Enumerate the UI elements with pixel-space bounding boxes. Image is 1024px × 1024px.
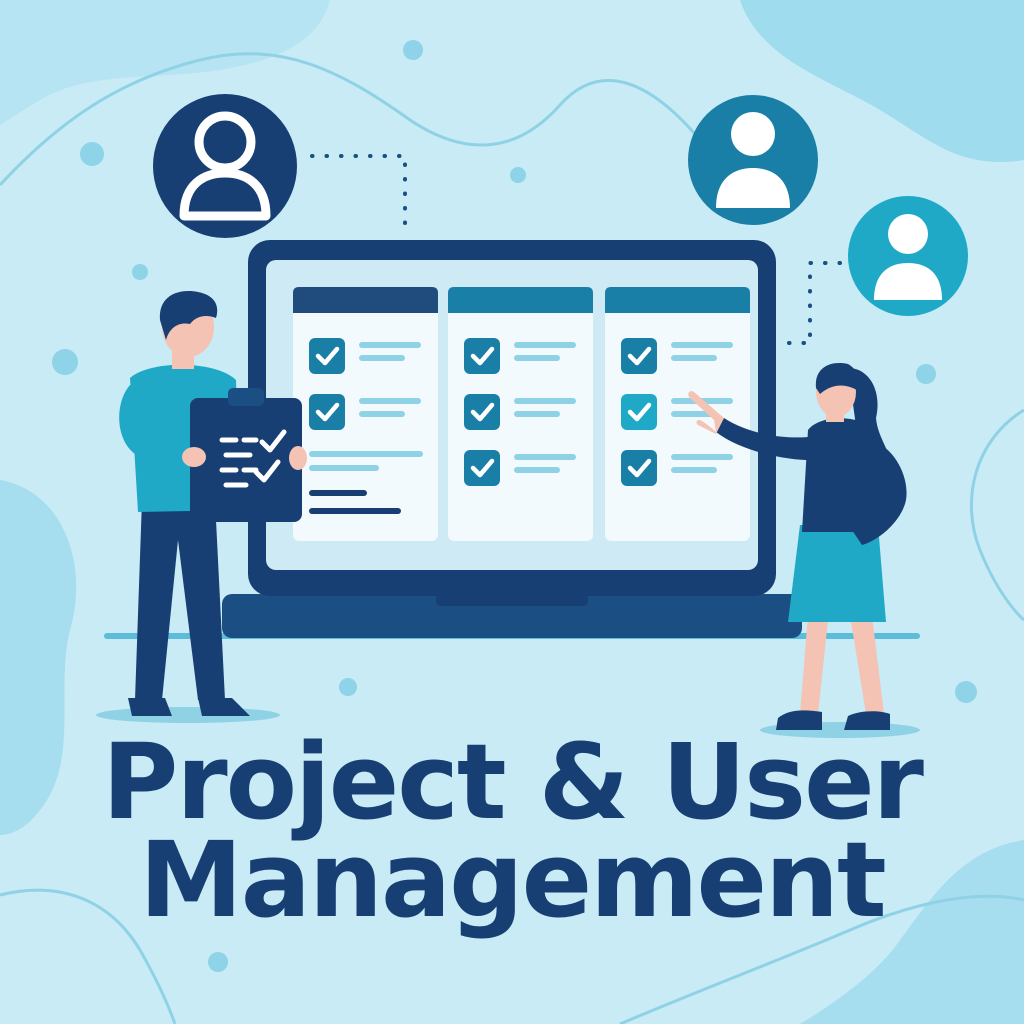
title-line-2: Management — [139, 819, 887, 941]
task-line — [359, 398, 421, 404]
task-board — [293, 287, 750, 541]
task-line — [514, 355, 560, 361]
checkbox-checked-icon — [621, 394, 657, 430]
column-header — [293, 287, 438, 313]
task-line — [359, 355, 405, 361]
task-line — [309, 508, 401, 514]
user-avatar-icon — [848, 196, 968, 316]
board-column — [448, 287, 593, 541]
task-line — [671, 454, 733, 460]
task-line — [671, 355, 717, 361]
checkbox-checked-icon — [464, 450, 500, 486]
task-line — [514, 411, 560, 417]
task-line — [514, 398, 576, 404]
task-line — [359, 342, 421, 348]
task-line — [309, 465, 379, 471]
task-line — [309, 490, 367, 496]
task-line — [671, 342, 733, 348]
checkbox-checked-icon — [464, 394, 500, 430]
task-line — [514, 342, 576, 348]
clipboard-icon — [182, 388, 307, 522]
column-header — [605, 287, 750, 313]
column-header — [448, 287, 593, 313]
checkbox-checked-icon — [309, 394, 345, 430]
user-avatar-icon — [153, 94, 297, 238]
checkbox-checked-icon — [309, 338, 345, 374]
task-line — [309, 451, 423, 457]
user-avatar-icon — [688, 95, 818, 225]
task-line — [514, 454, 576, 460]
checkbox-checked-icon — [621, 450, 657, 486]
task-line — [514, 467, 560, 473]
checkbox-checked-icon — [464, 338, 500, 374]
illustration-scene: Project & User Management — [0, 0, 1024, 1024]
task-line — [671, 467, 717, 473]
board-column — [605, 287, 750, 541]
board-column — [293, 287, 438, 541]
checkbox-checked-icon — [621, 338, 657, 374]
task-line — [359, 411, 405, 417]
